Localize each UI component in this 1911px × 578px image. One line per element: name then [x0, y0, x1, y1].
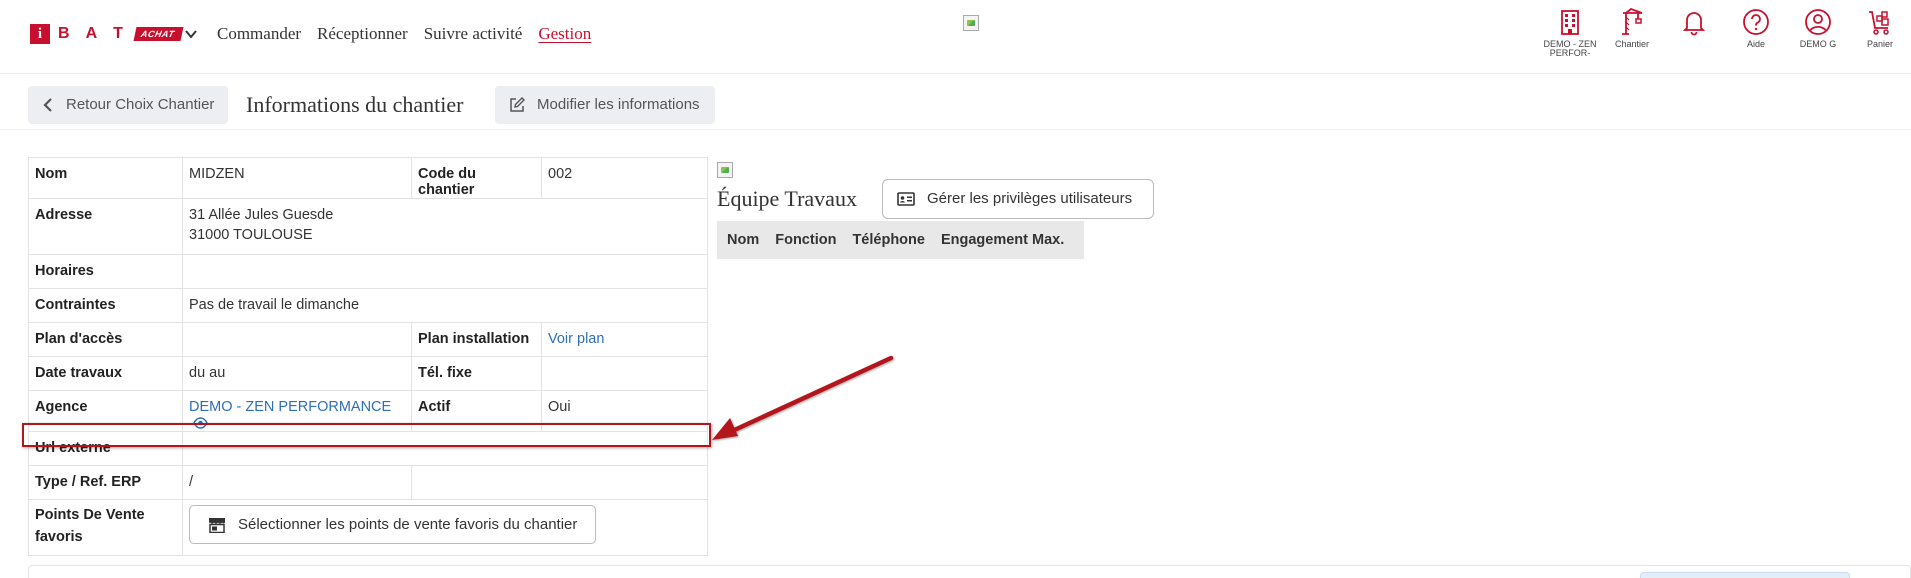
value-contraintes: Pas de travail le dimanche — [182, 288, 708, 323]
row-plan: Plan d'accès Plan installation Voir plan — [28, 322, 708, 357]
main-nav: Commander Réceptionner Suivre activité G… — [217, 24, 607, 44]
back-button-label: Retour Choix Chantier — [66, 96, 215, 113]
col-engagement-max: Engagement Max. — [940, 232, 1065, 248]
label-plan-installation: Plan installation — [411, 322, 542, 357]
label-points-de-vente: Points De Vente favoris — [28, 499, 183, 556]
nav-gestion[interactable]: Gestion — [538, 24, 591, 44]
erp-empty-cell — [411, 465, 708, 500]
row-adresse: Adresse 31 Allée Jules Guesde 31000 TOUL… — [28, 198, 708, 255]
value-points-de-vente: Sélectionner les points de vente favoris… — [182, 499, 708, 556]
cart-icon — [1869, 11, 1889, 35]
row-contraintes: Contraintes Pas de travail le dimanche — [28, 288, 708, 323]
label-nom: Nom — [28, 157, 183, 199]
edit-info-button[interactable]: Modifier les informations — [495, 86, 715, 124]
user-label: DEMO G — [1799, 39, 1837, 49]
logo-achat-badge: ACHAT — [133, 27, 184, 41]
col-fonction: Fonction — [775, 232, 837, 248]
cart-button[interactable]: Panier — [1849, 8, 1911, 58]
value-adresse: 31 Allée Jules Guesde 31000 TOULOUSE — [182, 198, 708, 255]
value-tel-fixe — [541, 356, 708, 391]
logo-letters: B A T — [58, 25, 139, 43]
select-pdv-label: Sélectionner les points de vente favoris… — [238, 516, 578, 533]
annotation-highlight-box — [22, 423, 711, 447]
nav-suivre-activite[interactable]: Suivre activité — [424, 24, 523, 44]
value-horaires — [182, 254, 708, 289]
building-icon — [1561, 10, 1579, 35]
logo-i-mark: i — [30, 24, 50, 44]
store-icon — [209, 517, 225, 533]
logo-letter-t: T — [113, 25, 123, 42]
top-icon-bar: DEMO - ZEN PERFOR- Chantier Aide DEMO G … — [1539, 8, 1911, 58]
broken-image-icon — [717, 162, 733, 178]
cart-label: Panier — [1866, 39, 1893, 49]
value-code-chantier: 002 — [541, 157, 708, 199]
label-tel-fixe: Tél. fixe — [411, 356, 542, 391]
label-plan-acces: Plan d'accès — [28, 322, 183, 357]
page-title: Informations du chantier — [246, 92, 464, 117]
logo-letter-a: A — [85, 25, 98, 42]
label-adresse: Adresse — [28, 198, 183, 255]
row-points-de-vente: Points De Vente favoris Sélectionner les… — [28, 499, 708, 556]
annotation-arrow-icon — [712, 355, 894, 440]
equipe-travaux-title: Équipe Travaux — [717, 186, 857, 211]
broken-image-icon — [963, 15, 979, 31]
edit-icon — [510, 97, 525, 112]
row-erp: Type / Ref. ERP / — [28, 465, 708, 500]
manage-privileges-label: Gérer les privilèges utilisateurs — [927, 190, 1133, 207]
label-code-chantier: Code du chantier — [411, 157, 542, 199]
select-points-de-vente-button[interactable]: Sélectionner les points de vente favoris… — [189, 505, 597, 544]
help-label: Aide — [1746, 39, 1765, 49]
value-plan-acces — [182, 322, 412, 357]
col-telephone: Téléphone — [852, 232, 925, 248]
value-nom: MIDZEN — [182, 157, 412, 199]
nav-receptionner[interactable]: Réceptionner — [317, 24, 408, 44]
agency-selector[interactable]: DEMO - ZEN PERFOR- — [1539, 8, 1601, 58]
value-type-ref-erp: / — [182, 465, 412, 500]
agency-label: DEMO - ZEN PERFOR- — [1543, 39, 1597, 58]
label-type-ref-erp: Type / Ref. ERP — [28, 465, 183, 500]
chevron-down-icon[interactable] — [184, 27, 198, 41]
row-date: Date travaux du au Tél. fixe — [28, 356, 708, 391]
value-plan-installation: Voir plan — [541, 322, 708, 357]
row-horaires: Horaires — [28, 254, 708, 289]
row-nom: Nom MIDZEN Code du chantier 002 — [28, 157, 708, 199]
crane-icon — [1622, 8, 1643, 35]
voir-plan-link[interactable]: Voir plan — [548, 331, 604, 347]
label-contraintes: Contraintes — [28, 288, 183, 323]
user-account-button[interactable]: DEMO G — [1787, 8, 1849, 58]
help-icon — [1743, 9, 1769, 35]
ibat-achat-logo[interactable]: i B A T ACHAT — [30, 24, 184, 44]
agence-link[interactable]: DEMO - ZEN PERFORMANCE — [189, 399, 391, 415]
chantier-selector[interactable]: Chantier — [1601, 8, 1663, 58]
chantier-label: Chantier — [1614, 39, 1650, 49]
help-button[interactable]: Aide — [1725, 8, 1787, 58]
chantier-info-table: Nom MIDZEN Code du chantier 002 Adresse … — [28, 157, 708, 556]
equipe-table-header: Nom Fonction Téléphone Engagement Max. — [717, 221, 1084, 259]
label-horaires: Horaires — [28, 254, 183, 289]
bell-icon — [1682, 12, 1706, 36]
next-section-panel — [28, 565, 1911, 578]
back-to-chantier-button[interactable]: Retour Choix Chantier — [28, 86, 229, 124]
label-date-travaux: Date travaux — [28, 356, 183, 391]
chevron-left-icon — [43, 98, 52, 112]
value-date-travaux: du au — [182, 356, 412, 391]
page-toolbar: Retour Choix Chantier Informations du ch… — [0, 74, 1911, 130]
manage-privileges-button[interactable]: Gérer les privilèges utilisateurs — [882, 179, 1154, 219]
adresse-line-2: 31000 TOULOUSE — [189, 227, 313, 243]
top-navbar: i B A T ACHAT Commander Réceptionner Sui… — [0, 0, 1911, 74]
user-icon — [1805, 9, 1831, 35]
id-card-icon — [897, 192, 915, 206]
col-nom: Nom — [727, 232, 760, 248]
next-section-button[interactable] — [1640, 572, 1850, 578]
logo-letter-b: B — [58, 25, 70, 42]
nav-commander[interactable]: Commander — [217, 24, 301, 44]
adresse-line-1: 31 Allée Jules Guesde — [189, 207, 334, 223]
edit-button-label: Modifier les informations — [537, 96, 700, 113]
notifications-button[interactable] — [1663, 8, 1725, 58]
